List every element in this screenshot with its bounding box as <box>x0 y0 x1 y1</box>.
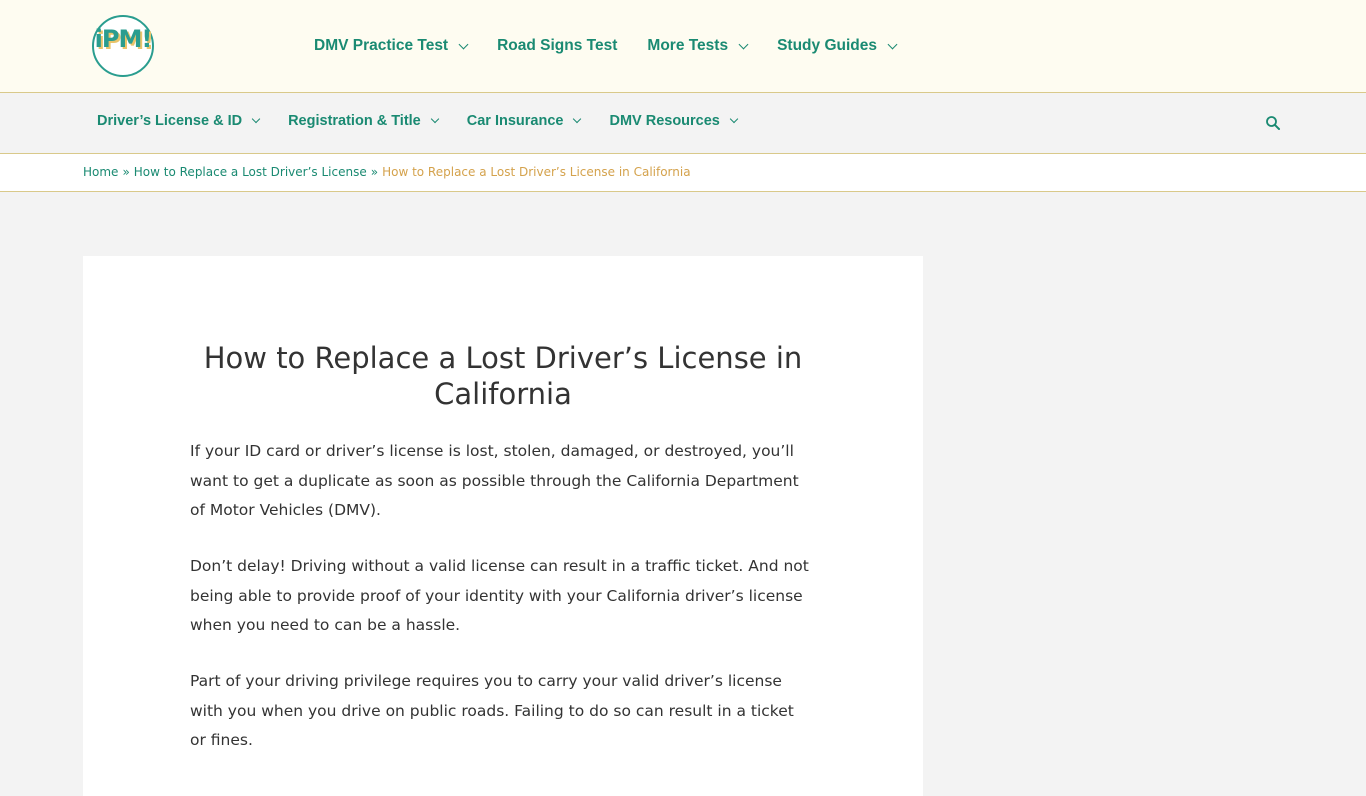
search-icon <box>1266 116 1280 130</box>
breadcrumb: Home» How to Replace a Lost Driver’s Lice… <box>83 165 691 179</box>
nav-label: Driver’s License & ID <box>97 113 243 129</box>
article-card: How to Replace a Lost Driver’s License i… <box>83 256 923 796</box>
nav-label: DMV Practice Test <box>314 37 449 54</box>
nav-label: Registration & Title <box>288 113 421 129</box>
secondary-nav: Driver’s License & ID Registration & Tit… <box>0 93 1366 154</box>
nav-dmv-practice-test[interactable]: DMV Practice Test <box>314 37 469 55</box>
breadcrumb-separator: » <box>370 165 379 179</box>
chevron-down-icon <box>430 114 439 124</box>
article-paragraph: Don’t delay! Driving without a valid lic… <box>190 557 809 635</box>
chevron-down-icon <box>887 39 898 49</box>
chevron-down-icon <box>251 114 261 124</box>
breadcrumb-home[interactable]: Home <box>83 165 118 179</box>
nav-dmv-resources[interactable]: DMV Resources <box>609 113 739 129</box>
nav-study-guides[interactable]: Study Guides <box>777 37 898 55</box>
nav-drivers-license-id[interactable]: Driver’s License & ID <box>97 113 261 129</box>
nav-label: Car Insurance <box>466 113 564 129</box>
breadcrumb-separator: » <box>122 165 130 179</box>
chevron-down-icon <box>458 39 469 49</box>
nav-more-tests[interactable]: More Tests <box>647 37 749 55</box>
nav-label: DMV Resources <box>609 113 720 129</box>
breadcrumb-parent[interactable]: How to Replace a Lost Driver’s License <box>134 165 367 179</box>
chevron-down-icon <box>738 39 749 49</box>
nav-registration-title[interactable]: Registration & Title <box>288 113 439 129</box>
article-paragraph: Part of your driving privilege requires … <box>190 672 794 750</box>
nav-label: Road Signs Test <box>497 37 618 54</box>
nav-label: More Tests <box>647 37 729 54</box>
site-logo[interactable]: iPM! <box>92 15 154 77</box>
chevron-down-icon <box>573 114 582 124</box>
chevron-down-icon <box>729 114 739 124</box>
nav-road-signs-test[interactable]: Road Signs Test <box>497 37 617 55</box>
article-paragraph: If your ID card or driver’s license is l… <box>190 442 799 520</box>
page-title: How to Replace a Lost Driver’s License i… <box>203 341 803 411</box>
logo-text: iPM! <box>94 25 153 53</box>
primary-nav: DMV Practice Test Road Signs Test More T… <box>314 34 926 58</box>
site-header: iPM! DMV Practice Test Road Signs Test M… <box>0 0 1366 93</box>
nav-car-insurance[interactable]: Car Insurance <box>466 113 582 129</box>
secondary-menu: Driver’s License & ID Registration & Tit… <box>97 113 766 129</box>
breadcrumb-current: How to Replace a Lost Driver’s License i… <box>382 165 691 179</box>
search-button[interactable] <box>1265 115 1281 131</box>
breadcrumb-bar: Home» How to Replace a Lost Driver’s Lice… <box>0 154 1366 192</box>
nav-label: Study Guides <box>777 37 877 54</box>
